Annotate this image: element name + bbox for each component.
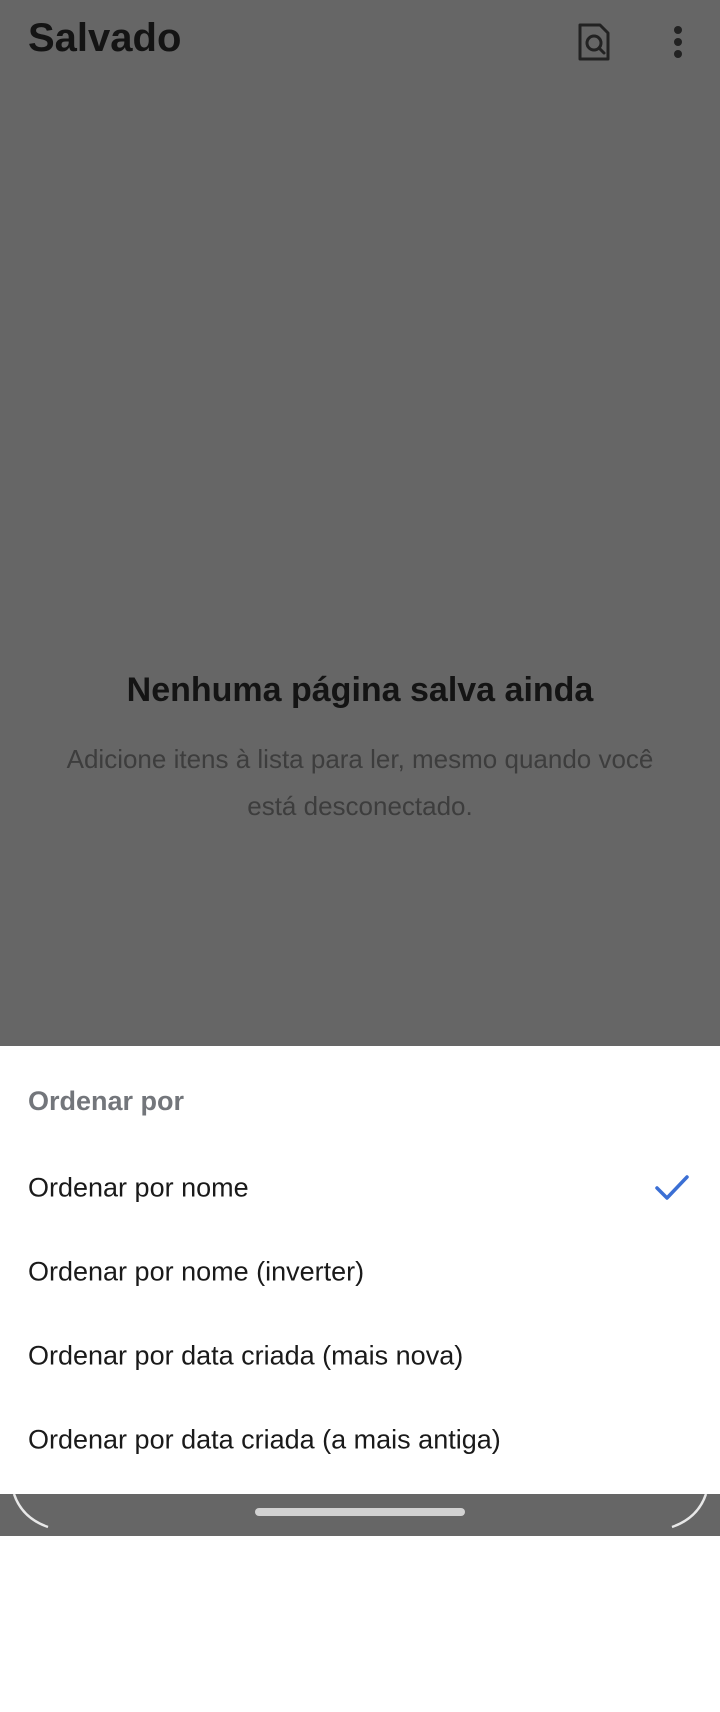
search-page-icon bbox=[578, 23, 610, 61]
empty-state-description: Adicione itens à lista para ler, mesmo q… bbox=[66, 744, 654, 821]
sort-bottom-sheet: Ordenar por Ordenar por nome Ordenar por… bbox=[0, 1046, 720, 1494]
gesture-handle[interactable] bbox=[255, 1508, 465, 1516]
sort-option-date-oldest[interactable]: Ordenar por data criada (a mais antiga) bbox=[0, 1398, 720, 1482]
find-in-page-button[interactable] bbox=[566, 14, 622, 70]
sort-option-label: Ordenar por data criada (mais nova) bbox=[28, 1340, 464, 1371]
app-bar: Salvado bbox=[0, 0, 720, 84]
check-icon bbox=[655, 1175, 689, 1200]
empty-state-title: Nenhuma página salva ainda bbox=[126, 671, 594, 709]
sort-sheet-header: Ordenar por bbox=[28, 1086, 185, 1116]
sort-option-name-reverse[interactable]: Ordenar por nome (inverter) bbox=[0, 1230, 720, 1314]
sort-option-date-newest[interactable]: Ordenar por data criada (mais nova) bbox=[0, 1314, 720, 1398]
sort-option-label: Ordenar por data criada (a mais antiga) bbox=[28, 1424, 501, 1455]
screen-corner-left bbox=[12, 1494, 49, 1529]
screen-corner-right bbox=[671, 1494, 708, 1529]
sort-option-name[interactable]: Ordenar por nome bbox=[0, 1146, 720, 1230]
empty-state: Nenhuma página salva ainda Adicione iten… bbox=[0, 666, 720, 830]
sort-option-label: Ordenar por nome (inverter) bbox=[28, 1256, 365, 1287]
more-vert-icon bbox=[674, 26, 682, 58]
navigation-bar bbox=[0, 1494, 720, 1536]
sort-option-label: Ordenar por nome bbox=[28, 1172, 249, 1203]
overflow-menu-button[interactable] bbox=[650, 14, 706, 70]
page-title: Salvado bbox=[28, 16, 182, 60]
